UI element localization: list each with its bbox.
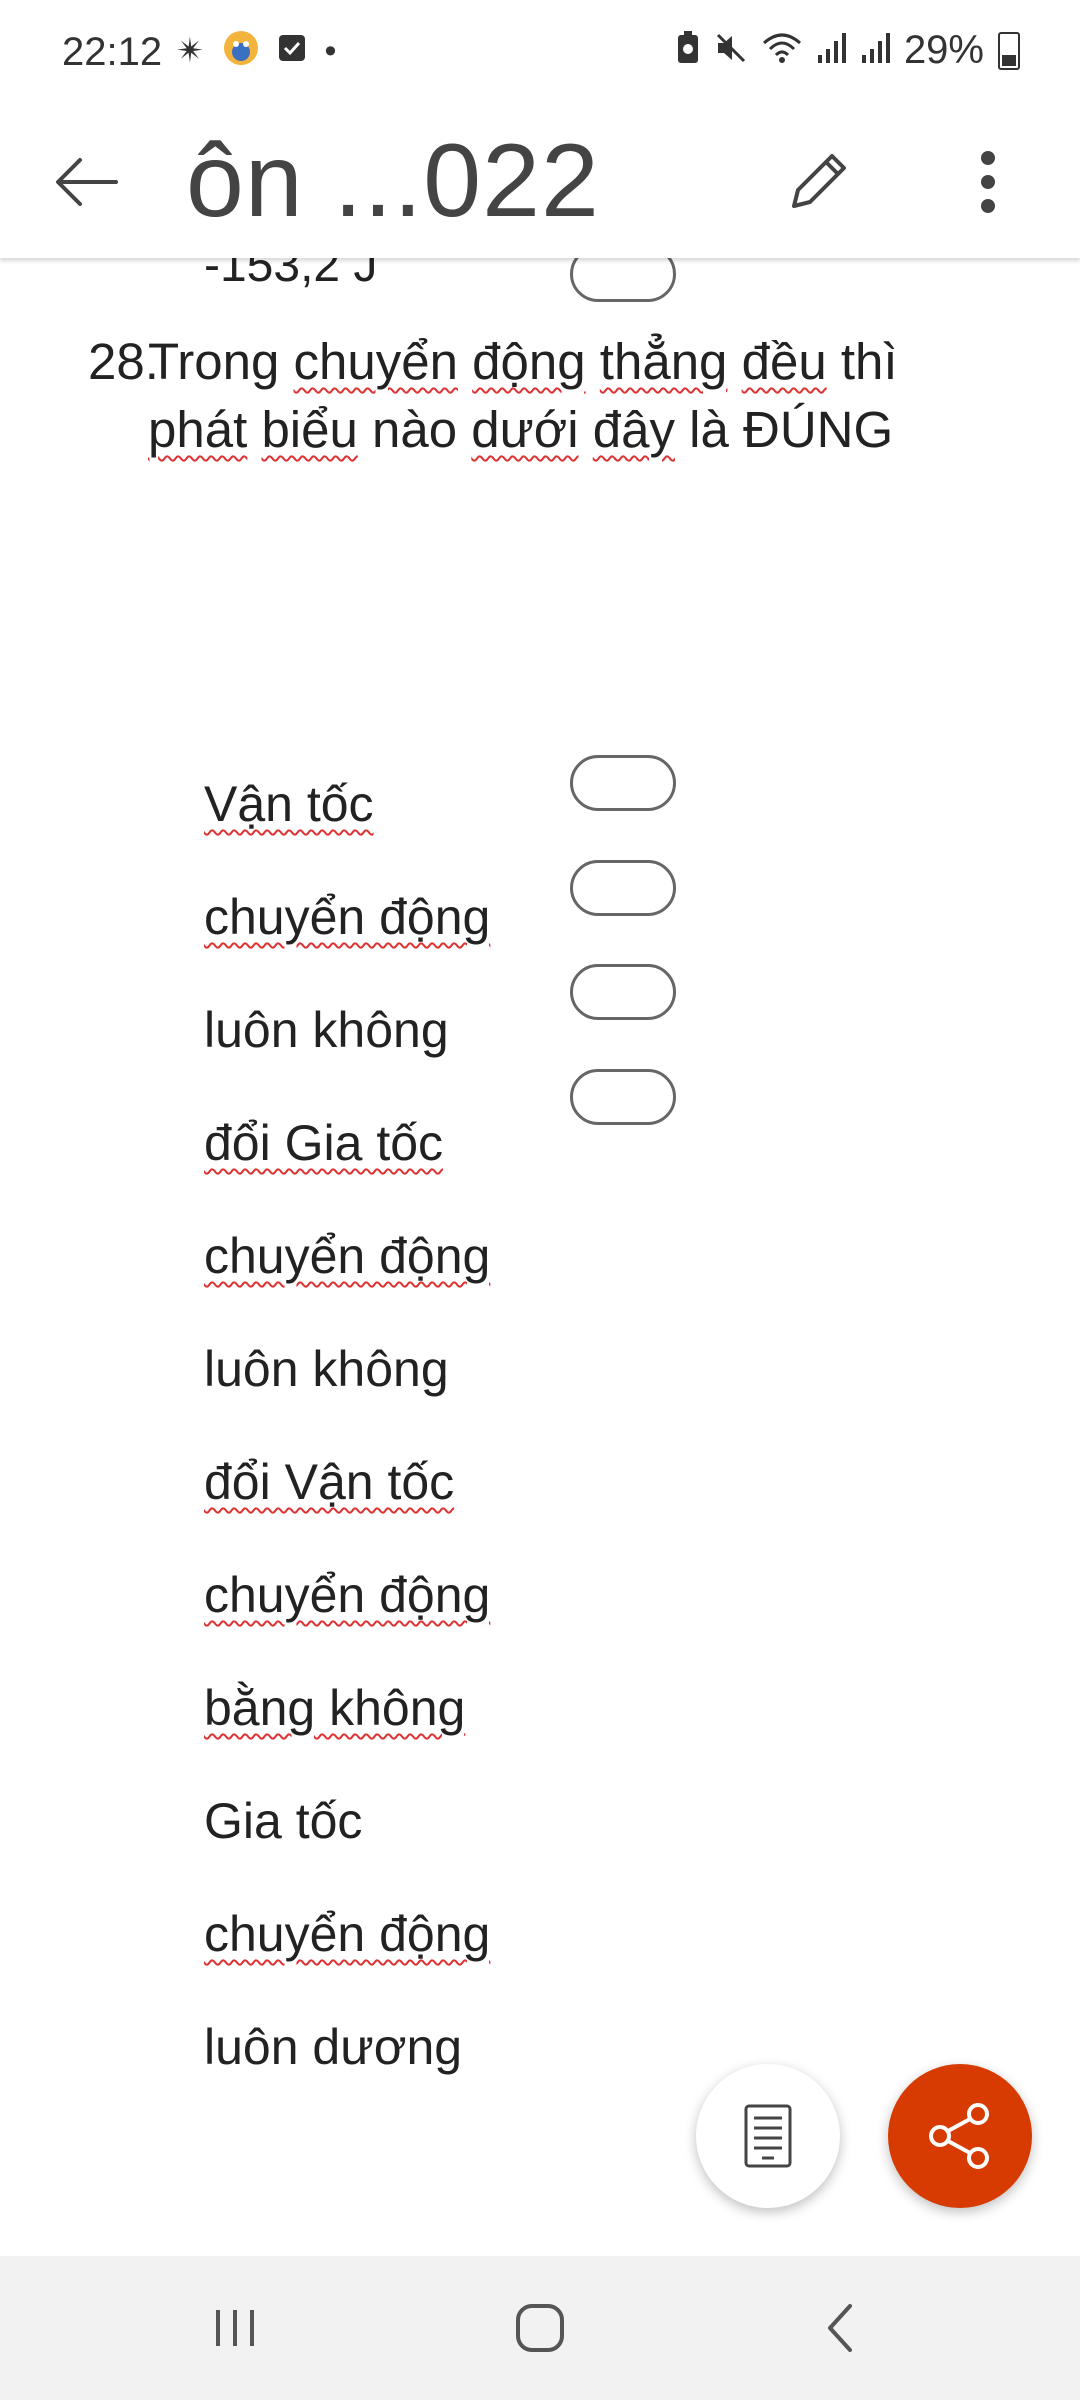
recents-button[interactable] (180, 2278, 290, 2378)
more-options-button[interactable] (940, 134, 1036, 230)
battery-percent: 29% (903, 28, 984, 72)
recents-icon (216, 2310, 254, 2346)
answer-options: Vận tốc chuyển động luôn không đổi Gia t… (204, 748, 604, 2104)
battery-icon (998, 31, 1020, 70)
document-content[interactable]: -153,2 J 28. Trong chuyển động thẳng đều… (0, 258, 1080, 2253)
signal-icon (860, 31, 890, 70)
reading-view-icon (744, 2104, 792, 2168)
answer-toggle[interactable] (570, 1069, 676, 1125)
reading-view-button[interactable] (696, 2064, 840, 2208)
option-line: chuyển động (204, 1906, 491, 1962)
answer-toggle[interactable] (570, 755, 676, 811)
option-line: Gia tốc (204, 1793, 363, 1849)
nav-back-button[interactable] (785, 2278, 895, 2378)
share-button[interactable] (888, 2064, 1032, 2208)
back-button[interactable] (38, 134, 134, 230)
status-icons-right: 29% (676, 28, 1020, 73)
option-line: đổi Gia tốc (204, 1115, 444, 1171)
question-28: 28. Trong chuyển động thẳng đều thì phát… (88, 328, 988, 464)
pencil-icon (792, 154, 846, 208)
battery-saver-icon (676, 31, 700, 70)
mute-icon (714, 31, 748, 70)
system-nav-bar (0, 2256, 1080, 2400)
answer-toggle[interactable] (570, 258, 676, 302)
option-line: đổi Vận tốc (204, 1454, 455, 1510)
home-button[interactable] (485, 2278, 595, 2378)
option-line: luôn dương (204, 2019, 463, 2075)
option-line: chuyển động (204, 1228, 491, 1284)
edit-button[interactable] (770, 134, 866, 230)
option-line: bằng không (204, 1680, 466, 1736)
option-line: luôn không (204, 1002, 449, 1058)
status-time: 22:12 (62, 30, 163, 74)
option-line: chuyển động (204, 889, 491, 945)
answer-toggle[interactable] (570, 860, 676, 916)
signal-icon (816, 31, 846, 70)
question-number: 28. (88, 333, 159, 390)
answer-toggle[interactable] (570, 964, 676, 1020)
status-bar: 22:12 ✴ • 29% (0, 0, 1080, 110)
wifi-icon (762, 31, 802, 70)
arrow-left-icon (56, 158, 118, 206)
dot-icon: • (324, 31, 337, 70)
option-line: Vận tốc (204, 776, 374, 832)
share-icon (929, 2103, 989, 2169)
more-vertical-icon (981, 151, 995, 213)
back-chevron-icon (828, 2304, 852, 2352)
checkbox-icon (277, 33, 307, 68)
status-icons-left: ✴ • (176, 30, 336, 71)
app-bar: ôn ...022 (0, 110, 1080, 258)
option-line: luôn không (204, 1341, 449, 1397)
question-text: Trong chuyển động thẳng đều thì phát biể… (148, 333, 898, 458)
option-line: chuyển động (204, 1567, 491, 1623)
app-avatar-icon (223, 30, 259, 71)
sparkle-icon: ✴ (176, 31, 205, 70)
home-icon (516, 2304, 564, 2352)
document-title: ôn ...022 (186, 123, 600, 239)
previous-answer-text: -153,2 J (204, 258, 378, 292)
